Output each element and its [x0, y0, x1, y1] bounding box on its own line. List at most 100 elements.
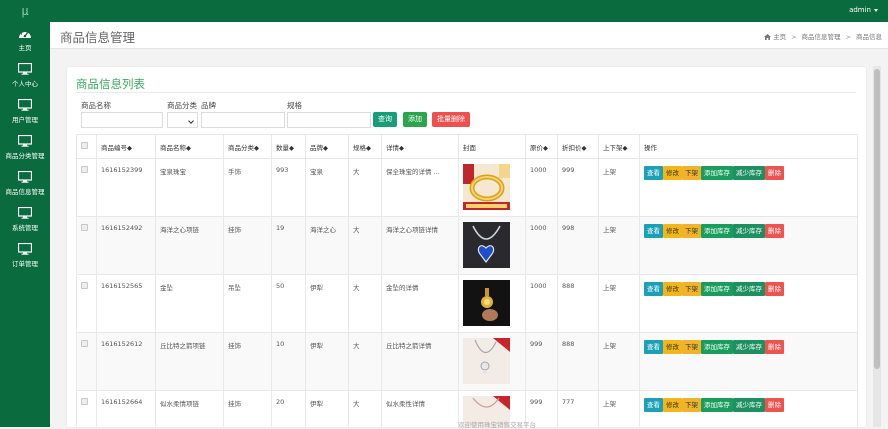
add-stock-button[interactable]: 添加库存: [701, 398, 733, 412]
column-header[interactable]: 数量◆: [271, 134, 306, 159]
take-down-button[interactable]: 下架: [682, 224, 701, 238]
monitor-icon: [18, 171, 32, 183]
product-cover-image[interactable]: [463, 222, 521, 268]
breadcrumb-current: 商品信息: [856, 33, 882, 41]
row-select-cell[interactable]: [76, 158, 97, 217]
cell-brand: 伊犁: [305, 390, 349, 427]
view-button[interactable]: 查看: [644, 398, 663, 412]
column-header[interactable]: 商品名称◆: [155, 134, 224, 159]
cell-detail: 海洋之心项链详情: [381, 216, 459, 275]
breadcrumb-section[interactable]: 商品信息管理: [802, 33, 841, 41]
app-logo: μ: [21, 4, 29, 18]
add-stock-button[interactable]: 添加库存: [701, 340, 733, 354]
delete-button[interactable]: 删除: [765, 282, 784, 296]
sidebar-item-system[interactable]: 系统管理: [0, 207, 50, 241]
take-down-button[interactable]: 下架: [682, 282, 701, 296]
scrollbar-thumb[interactable]: [874, 69, 880, 369]
spec-input[interactable]: [287, 112, 371, 128]
breadcrumb-separator: >: [845, 33, 851, 41]
edit-button[interactable]: 修改: [663, 282, 682, 296]
table-row[interactable]: 1616152399 宝泉珠宝 手饰 993 宝泉大保全珠宝的详情 ... 1000 999…: [76, 158, 858, 217]
user-menu[interactable]: admin: [849, 0, 878, 22]
sidebar-item-categories[interactable]: 商品分类管理: [0, 135, 50, 169]
reduce-stock-button[interactable]: 减少库存: [733, 340, 765, 354]
cell-name: 丘比特之箭项链: [155, 332, 224, 391]
cell-id: 1616152492: [96, 216, 156, 275]
category-select[interactable]: [167, 112, 198, 128]
scrollbar[interactable]: [873, 66, 881, 427]
row-checkbox[interactable]: [81, 340, 88, 347]
column-header[interactable]: 上下架◆: [598, 134, 640, 159]
sidebar-item-label: 主页: [18, 44, 32, 52]
column-header[interactable]: 原价◆: [525, 134, 558, 159]
sidebar-item-users[interactable]: 用户管理: [0, 99, 50, 133]
take-down-button[interactable]: 下架: [682, 340, 701, 354]
take-down-button[interactable]: 下架: [682, 166, 701, 180]
cell-id: 1616152399: [96, 158, 156, 217]
edit-button[interactable]: 修改: [663, 224, 682, 238]
delete-button[interactable]: 删除: [765, 166, 784, 180]
row-checkbox[interactable]: [81, 166, 88, 173]
add-button[interactable]: 添加: [403, 112, 427, 127]
cell-spec: 大: [348, 216, 382, 275]
select-all-checkbox[interactable]: [81, 142, 88, 149]
product-name-input[interactable]: [81, 112, 163, 128]
add-stock-button[interactable]: 添加库存: [701, 224, 733, 238]
table-row[interactable]: 1616152565 金坠 吊坠 50 伊犁大金坠的详情 1000 888 上架 查看 修改 下架添…: [76, 274, 858, 333]
product-cover-image[interactable]: [463, 338, 521, 384]
cell-name: 似水柔情项链: [155, 390, 224, 427]
reduce-stock-button[interactable]: 减少库存: [733, 166, 765, 180]
row-select-cell[interactable]: [76, 390, 97, 427]
column-header[interactable]: 商品分类◆: [223, 134, 272, 159]
reduce-stock-button[interactable]: 减少库存: [733, 224, 765, 238]
view-button[interactable]: 查看: [644, 340, 663, 354]
select-all-header[interactable]: [76, 134, 97, 159]
table-row[interactable]: 1616152492 海洋之心项链 挂饰 19 海洋之心大海洋之心项链详情 1000 998…: [76, 216, 858, 275]
cell-qty: 993: [271, 158, 306, 217]
row-checkbox[interactable]: [81, 282, 88, 289]
sidebar-item-products[interactable]: 商品信息管理: [0, 171, 50, 205]
cell-detail: 金坠的详情: [381, 274, 459, 333]
filter-name-label: 商品名称: [81, 101, 111, 110]
cell-brand: 海洋之心: [305, 216, 349, 275]
row-select-cell[interactable]: [76, 332, 97, 391]
edit-button[interactable]: 修改: [663, 398, 682, 412]
row-select-cell[interactable]: [76, 216, 97, 275]
take-down-button[interactable]: 下架: [682, 398, 701, 412]
edit-button[interactable]: 修改: [663, 166, 682, 180]
sidebar-item-orders[interactable]: 订单管理: [0, 243, 50, 277]
edit-button[interactable]: 修改: [663, 340, 682, 354]
column-header[interactable]: 折扣价◆: [557, 134, 599, 159]
column-header[interactable]: 商品编号◆: [96, 134, 156, 159]
row-select-cell[interactable]: [76, 274, 97, 333]
view-button[interactable]: 查看: [644, 166, 663, 180]
delete-button[interactable]: 删除: [765, 340, 784, 354]
cell-price: 1000: [525, 158, 558, 217]
column-header[interactable]: 品牌◆: [305, 134, 349, 159]
product-cover-image[interactable]: [463, 280, 521, 326]
breadcrumb-home[interactable]: 主页: [773, 33, 786, 41]
add-stock-button[interactable]: 添加库存: [701, 166, 733, 180]
add-stock-button[interactable]: 添加库存: [701, 282, 733, 296]
sidebar-item-home[interactable]: 主页: [0, 27, 50, 61]
query-button[interactable]: 查询: [373, 112, 397, 127]
cell-actions: 查看 修改 下架 添加库存 减少库存 删除: [639, 158, 858, 217]
brand-input[interactable]: [201, 112, 285, 128]
view-button[interactable]: 查看: [644, 282, 663, 296]
reduce-stock-button[interactable]: 减少库存: [733, 398, 765, 412]
row-checkbox[interactable]: [81, 398, 88, 405]
column-header[interactable]: 详情◆: [381, 134, 459, 159]
row-checkbox[interactable]: [81, 224, 88, 231]
delete-button[interactable]: 删除: [765, 224, 784, 238]
reduce-stock-button[interactable]: 减少库存: [733, 282, 765, 296]
cell-cover: [458, 216, 526, 275]
delete-button[interactable]: 删除: [765, 398, 784, 412]
table-row[interactable]: 1616152612 丘比特之箭项链 挂饰 10 伊犁大丘比特之箭详情 999 888 上架查…: [76, 332, 858, 391]
view-button[interactable]: 查看: [644, 224, 663, 238]
product-cover-image[interactable]: [463, 164, 521, 210]
cell-spec: 大: [348, 158, 382, 217]
batch-delete-button[interactable]: 批量删除: [432, 112, 470, 127]
column-header[interactable]: 规格◆: [348, 134, 382, 159]
sidebar-item-profile[interactable]: 个人中心: [0, 63, 50, 97]
cell-qty: 19: [271, 216, 306, 275]
